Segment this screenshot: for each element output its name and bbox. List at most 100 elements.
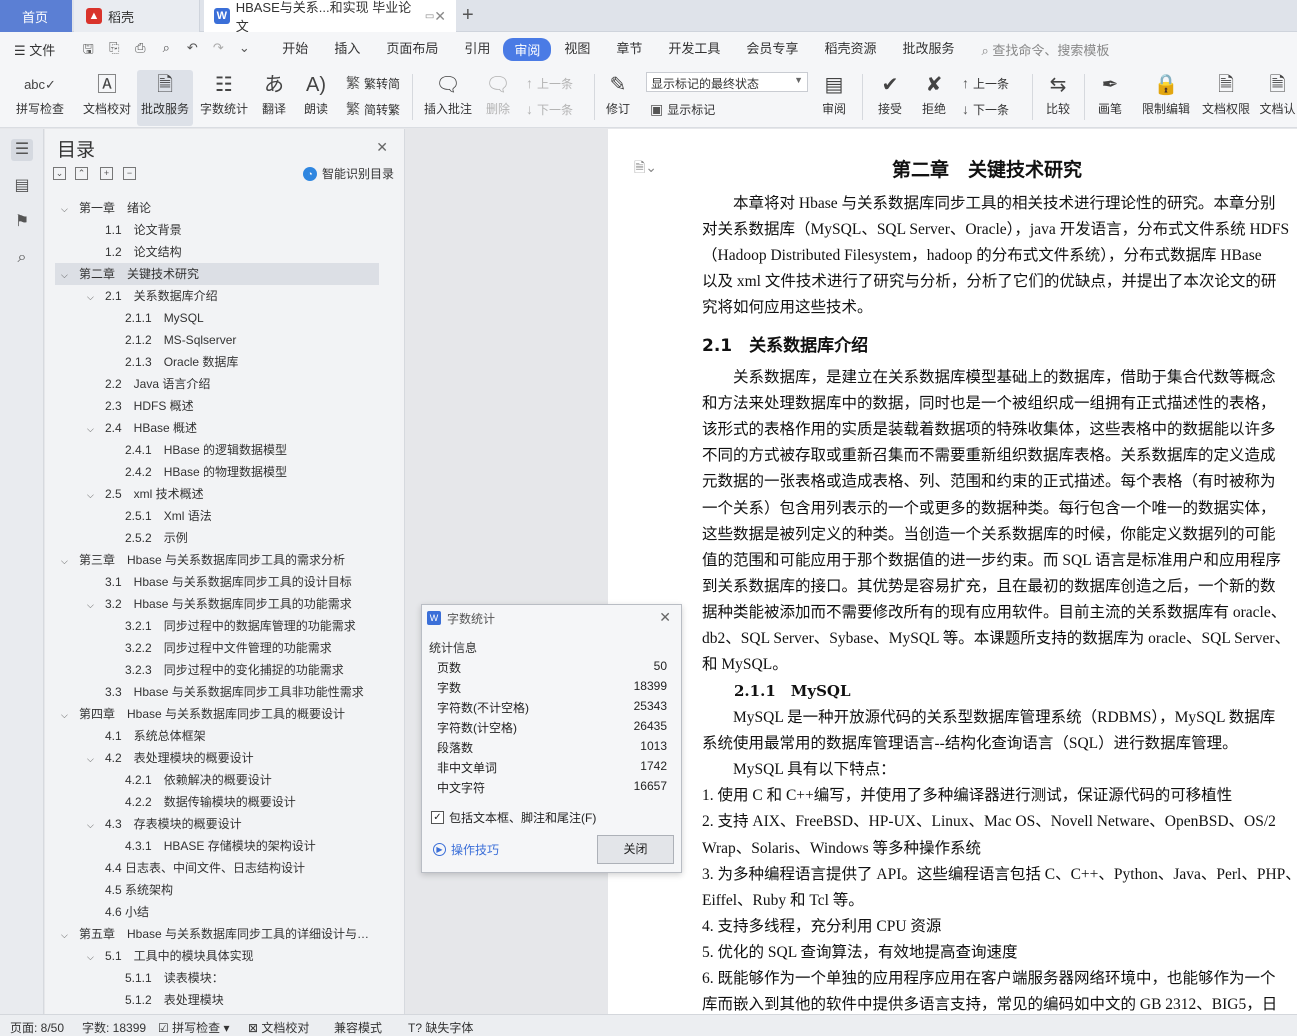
word-count-indicator[interactable]: 字数: 18399: [82, 1019, 146, 1036]
menu-tab-4[interactable]: 审阅: [503, 37, 552, 61]
prev-comment-button[interactable]: ↑ 上一条: [526, 72, 573, 94]
expand-toggle-icon[interactable]: ⌵: [87, 814, 97, 835]
markup-display-select[interactable]: 显示标记的最终状态 ▼: [646, 72, 808, 92]
toc-item[interactable]: 2.4.1 HBase 的逻辑数据模型: [55, 439, 379, 461]
print-icon[interactable]: ⎙: [129, 40, 151, 58]
close-panel-icon[interactable]: ✕: [376, 139, 388, 156]
toc-item[interactable]: 2.2 Java 语言介绍: [55, 373, 379, 395]
proofread-status[interactable]: ⊠ 文档校对: [248, 1019, 309, 1036]
expand-toggle-icon[interactable]: ⌵: [87, 748, 97, 769]
menu-tab-0[interactable]: 开始: [269, 38, 321, 61]
expand-toggle-icon[interactable]: ⌵: [87, 418, 97, 439]
toc-item[interactable]: 1.1 论文背景: [55, 219, 379, 241]
add-heading-icon[interactable]: +: [100, 167, 113, 180]
tab-daoke[interactable]: ▲ 稻壳: [74, 0, 200, 32]
collapse-all-icon[interactable]: ⌄: [53, 167, 66, 180]
toc-item[interactable]: ⌵ 4.3 存表模块的概要设计: [55, 813, 379, 835]
toc-item[interactable]: 5.1.2 表处理模块: [55, 989, 379, 1005]
toc-item[interactable]: 2.5.2 示例: [55, 527, 379, 549]
toc-item[interactable]: 4.4 日志表、中间文件、日志结构设计: [55, 857, 379, 879]
expand-toggle-icon[interactable]: ⌵: [61, 924, 71, 945]
toc-item[interactable]: 5.1.1 读表模块：: [55, 967, 379, 989]
toc-item[interactable]: 4.2.1 依赖解决的概要设计: [55, 769, 379, 791]
expand-up-icon[interactable]: ⌃: [75, 167, 88, 180]
expand-toggle-icon[interactable]: ⌵: [87, 484, 97, 505]
prev-change-button[interactable]: ↑ 上一条: [962, 72, 1009, 94]
toc-item[interactable]: 4.5 系统架构: [55, 879, 379, 901]
compare-button[interactable]: ⇆ 比较: [1040, 70, 1076, 126]
more-quick-access-icon[interactable]: ⌄: [233, 40, 255, 58]
next-change-button[interactable]: ↓ 下一条: [962, 98, 1009, 120]
redo-icon[interactable]: ↷: [207, 40, 229, 58]
toc-item[interactable]: 2.5.1 Xml 语法: [55, 505, 379, 527]
menu-tab-1[interactable]: 插入: [321, 38, 373, 61]
toc-item[interactable]: ⌵ 第五章 Hbase 与关系数据库同步工具的详细设计与…: [55, 923, 379, 945]
toc-item[interactable]: ⌵ 5.1 工具中的模块具体实现: [55, 945, 379, 967]
page-indicator[interactable]: 页面: 8/50: [10, 1019, 64, 1036]
toc-panel-icon[interactable]: ☰: [11, 139, 33, 161]
word-count-button[interactable]: ☷ 字数统计: [198, 70, 250, 126]
chapter-nav-icon[interactable]: ▤: [11, 175, 33, 197]
spellcheck-button[interactable]: abc✓ 拼写检查: [8, 70, 72, 126]
menu-tab-6[interactable]: 章节: [603, 38, 655, 61]
menu-tab-2[interactable]: 页面布局: [373, 38, 451, 61]
translate-button[interactable]: あ翻译: [256, 70, 292, 126]
new-tab-button[interactable]: +: [462, 4, 474, 27]
tab-document[interactable]: W HBASE与关系...和实现 毕业论文 ▭ ✕: [204, 0, 456, 34]
toc-item[interactable]: 3.2.1 同步过程中的数据库管理的功能需求: [55, 615, 379, 637]
menu-tab-5[interactable]: 视图: [551, 38, 603, 61]
menu-tab-3[interactable]: 引用: [451, 38, 503, 61]
toc-item[interactable]: ⌵ 2.1 关系数据库介绍: [55, 285, 379, 307]
show-markup-button[interactable]: ▣ 显示标记: [650, 98, 715, 120]
proofread-button[interactable]: 🄰 文档校对: [78, 70, 136, 126]
expand-toggle-icon[interactable]: ⌵: [87, 946, 97, 967]
expand-toggle-icon[interactable]: ⌵: [61, 550, 71, 571]
toc-item[interactable]: 2.1.1 MySQL: [55, 307, 379, 329]
toc-item[interactable]: 1.2 论文结构: [55, 241, 379, 263]
toc-item[interactable]: ⌵ 4.2 表处理模块的概要设计: [55, 747, 379, 769]
menu-tab-10[interactable]: 批改服务: [889, 38, 967, 61]
close-tab-icon[interactable]: ✕: [434, 8, 446, 25]
expand-toggle-icon[interactable]: ⌵: [87, 594, 97, 615]
document-permissions-button[interactable]: 🗎 文档权限: [1200, 70, 1252, 126]
document-page[interactable]: 🗎⌄ 第二章 关键技术研究 本章将对 Hbase 与关系数据库同步工具的相关技术…: [608, 129, 1297, 1014]
toc-item[interactable]: 2.4.2 HBase 的物理数据模型: [55, 461, 379, 483]
spellcheck-status[interactable]: ☑ 拼写检查 ▾: [158, 1019, 229, 1036]
smart-toc-button[interactable]: ◔ 智能识别目录: [302, 165, 394, 182]
expand-toggle-icon[interactable]: ⌵: [61, 704, 71, 725]
toc-item[interactable]: 2.3 HDFS 概述: [55, 395, 379, 417]
delete-comment-button[interactable]: 🗨 删除: [480, 70, 516, 126]
tab-home[interactable]: 首页: [0, 0, 72, 32]
save-icon[interactable]: 🖫: [77, 40, 99, 58]
toc-item[interactable]: ⌵ 第二章 关键技术研究: [55, 263, 379, 285]
close-button[interactable]: 关闭: [597, 835, 674, 864]
dialog-close-icon[interactable]: ✕: [659, 609, 671, 626]
review-pane-button[interactable]: ▤ 审阅: [814, 70, 854, 126]
remove-heading-icon[interactable]: −: [123, 167, 136, 180]
insert-comment-button[interactable]: 🗨 插入批注: [422, 70, 474, 126]
missing-font[interactable]: T? 缺失字体: [408, 1019, 473, 1036]
toc-item[interactable]: 2.1.2 MS-Sqlserver: [55, 329, 379, 351]
expand-toggle-icon[interactable]: ⌵: [61, 198, 71, 219]
trad-to-simp-button[interactable]: 繁繁转简: [346, 72, 400, 94]
file-menu[interactable]: ☰ 文件: [14, 40, 55, 59]
track-changes-button[interactable]: ✎ 修订: [600, 70, 636, 126]
include-textbox-checkbox[interactable]: ✓ 包括文本框、脚注和尾注(F): [431, 809, 596, 826]
expand-toggle-icon[interactable]: ⌵: [61, 264, 71, 285]
toc-item[interactable]: ⌵ 第一章 绪论: [55, 197, 379, 219]
next-comment-button[interactable]: ↓ 下一条: [526, 98, 573, 120]
tips-link[interactable]: ▶ 操作技巧: [433, 841, 499, 858]
toc-item[interactable]: ⌵ 3.2 Hbase 与关系数据库同步工具的功能需求: [55, 593, 379, 615]
toc-item[interactable]: 3.1 Hbase 与关系数据库同步工具的设计目标: [55, 571, 379, 593]
search-icon[interactable]: ⌕: [11, 247, 33, 269]
page-layout-icon[interactable]: 🗎⌄: [634, 157, 657, 181]
grading-service-button[interactable]: 🗎 批改服务: [137, 70, 193, 126]
expand-toggle-icon[interactable]: ⌵: [87, 286, 97, 307]
menu-tab-9[interactable]: 稻壳资源: [811, 38, 889, 61]
accept-button[interactable]: ✔ 接受: [870, 70, 910, 126]
toc-item[interactable]: 3.3 Hbase 与关系数据库同步工具非功能性需求: [55, 681, 379, 703]
undo-icon[interactable]: ↶: [181, 40, 203, 58]
toc-item[interactable]: 4.3.1 HBASE 存储模块的架构设计: [55, 835, 379, 857]
toc-item[interactable]: 4.6 小结: [55, 901, 379, 923]
ink-button[interactable]: ✒ 画笔: [1092, 70, 1128, 126]
